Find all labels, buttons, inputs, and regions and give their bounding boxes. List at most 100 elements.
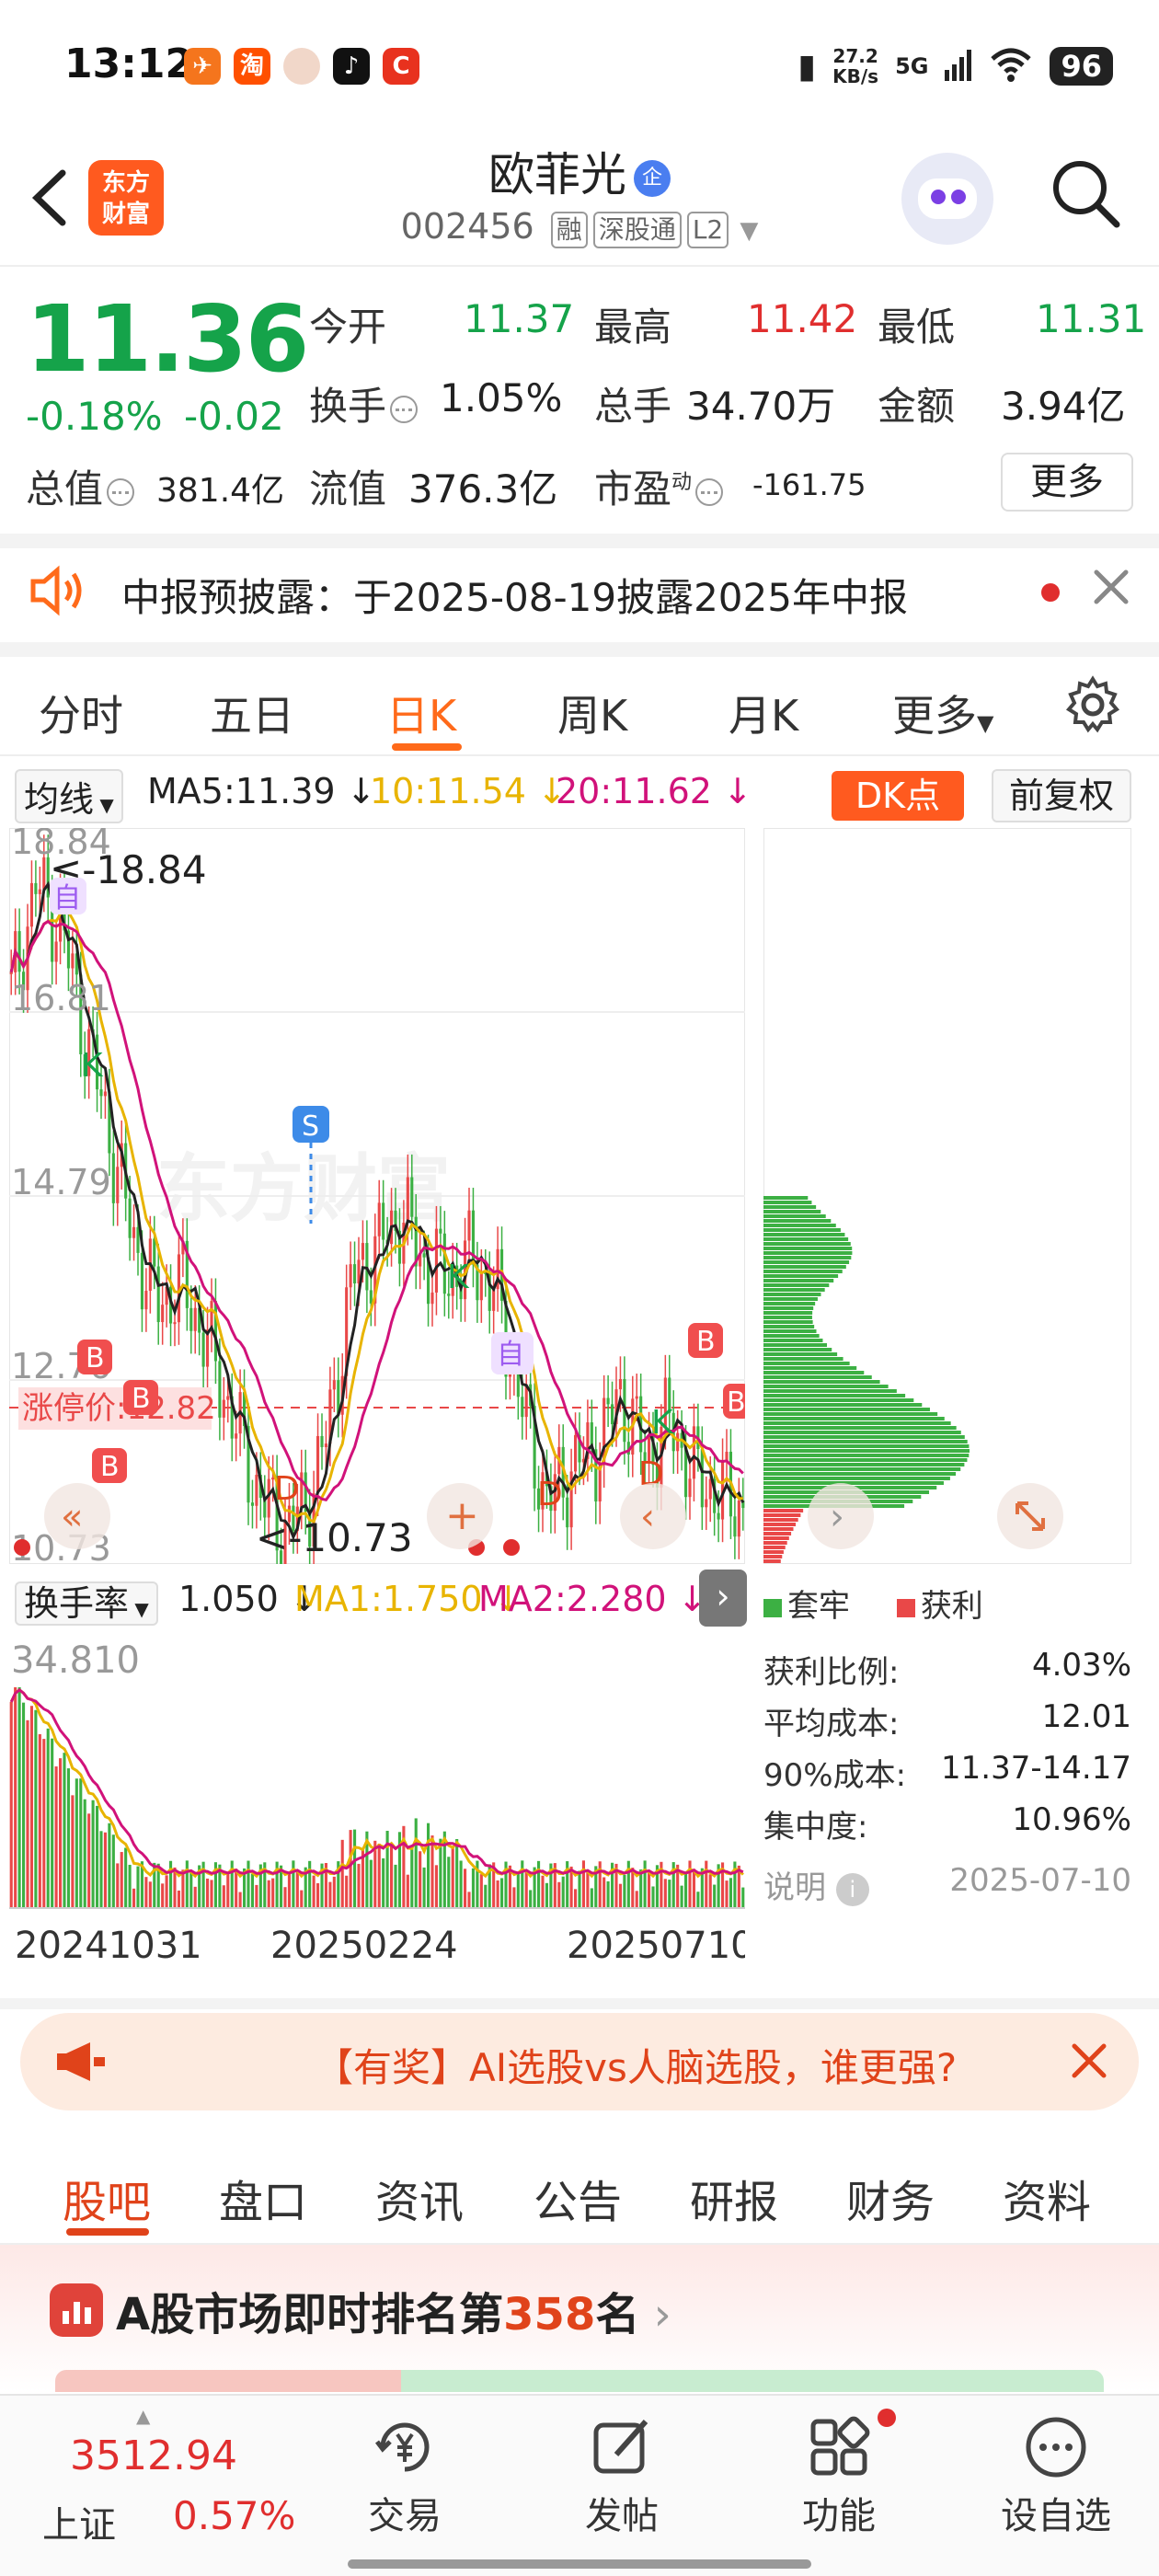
candle-body [566,1497,569,1528]
turnover-bar [618,1883,622,1908]
turnover-chart[interactable]: 34.810 20241031 20250224 20250710 [9,1632,745,1993]
x-label-end: 20250710 [567,1925,745,1967]
high-value: 11.42 [747,296,858,341]
chip-bar [763,1233,845,1236]
market-rank-banner[interactable]: A股市场即时排名第358名 › [0,2245,1159,2392]
turnover-bar [741,1887,745,1908]
close-notice-icon[interactable] [1091,567,1131,611]
open-value: 11.37 [464,296,575,341]
kline-chart[interactable]: 东方财富 18.84 16.81 14.79 12.76 10.73 ≤-18.… [9,828,745,1564]
candle-body [29,882,33,927]
turnover-selector[interactable]: 换手率 ▼ [15,1575,158,1627]
signal-b-marker: B [123,1380,158,1415]
turnover-bar [222,1885,225,1908]
turnover-bar [663,1879,667,1908]
pe-label: 市盈动 [594,458,727,514]
tab-monthly-k[interactable]: 月K [729,683,798,743]
dk-point-button[interactable]: DK点 [832,771,964,821]
indicator-selector[interactable]: 均线 ▼ [15,769,123,823]
info-eye-icon[interactable] [107,477,135,506]
turnover-bar [369,1859,373,1908]
candle-body [9,972,13,974]
expand-panel-button[interactable]: › [699,1570,747,1627]
turnover-bar [459,1860,463,1908]
chip-bar [763,1283,830,1287]
turnover-y-max: 34.810 [11,1639,140,1682]
chip-explain-row[interactable]: 说明 i 2025-07-10 [763,1862,1131,1907]
chip-bar [763,1555,783,1558]
turnover-bar [512,1887,516,1908]
tab-five-day[interactable]: 五日 [210,683,294,743]
tab-announcements[interactable]: 公告 [534,2166,622,2230]
low-label: 最低 [878,305,956,350]
unread-dot [1041,583,1060,602]
chip-bar [763,1320,813,1324]
turnover-bar [581,1860,585,1908]
candle-body [226,1396,230,1400]
assistant-robot-icon[interactable] [901,153,993,245]
chip-stat-row: 获利比例: 4.03% [763,1647,1131,1691]
adjust-forward-button[interactable]: 前复权 [992,769,1131,822]
chip-stat-row: 集中度: 10.96% [763,1801,1131,1846]
tab-daily-k[interactable]: 日K [386,683,456,743]
turnover-bar [410,1845,414,1908]
tab-more[interactable]: 更多▼ [892,683,993,743]
limit-price-label: 涨停价:12.82 [22,1390,216,1427]
turnover-bar [447,1857,451,1908]
chip-bar [763,1224,836,1227]
candle-body [156,1266,160,1323]
turnover-bar [648,1872,651,1908]
nav-add-watchlist[interactable]: 设自选 [973,2414,1139,2539]
info-eye-icon[interactable] [695,477,724,506]
chip-distribution-chart[interactable]: › [763,828,1131,1564]
candle-body [737,1501,740,1537]
nav-functions[interactable]: 功能 [756,2414,922,2539]
tab-guba[interactable]: 股吧 [63,2166,151,2230]
candle-body [688,1478,692,1498]
notice-bar[interactable]: 中报预披露：于2025-08-19披露2025年中报 [0,539,1159,642]
candle-body [434,1228,438,1293]
search-icon[interactable] [1049,156,1122,230]
info-icon: i [835,1872,869,1906]
candle-body [369,1290,373,1304]
index-value[interactable]: 3512.94 [70,2432,237,2479]
turnover-bar [124,1847,128,1908]
tab-intraday[interactable]: 分时 [39,683,123,743]
tab-finance[interactable]: 财务 [846,2166,935,2230]
tab-profile[interactable]: 资料 [1003,2166,1091,2230]
turnover-bar [439,1838,442,1908]
ad-banner[interactable]: 【有奖】AI选股vs人脑选股，谁更强? [20,2013,1139,2110]
more-quote-button[interactable]: 更多 [1001,453,1133,512]
nav-trade[interactable]: 交易 [322,2414,488,2539]
turnover-bar [529,1890,533,1908]
tab-pankou[interactable]: 盘口 [219,2166,307,2230]
stock-name-text: 欧菲光 [488,148,626,201]
turnover-bar [59,1758,63,1908]
nav-post[interactable]: 发帖 [539,2414,705,2539]
settings-gear-icon[interactable] [1063,675,1122,738]
ma-row: 均线 ▼ MA5:11.39 ↓ 10:11.54 ↓ 20:11.62 ↓ [0,769,1159,824]
rank-progress [55,2370,1104,2392]
chip-bar [763,1306,814,1310]
x-label-start: 20241031 [15,1925,202,1967]
info-eye-icon[interactable] [390,395,419,423]
turnover-bar [29,1706,33,1908]
candle-body [189,1307,193,1331]
turnover-bar [729,1878,732,1908]
stock-code: 002456 [400,206,534,247]
signal-self-marker: 自 [491,1332,534,1374]
candle-body [430,1292,434,1305]
speaker-icon [28,563,86,622]
index-pct[interactable]: 0.57% [173,2493,295,2538]
close-ad-icon[interactable] [1069,2041,1109,2085]
turnover-bar [635,1891,638,1908]
svg-text:自: 自 [497,1339,524,1371]
candle-body [255,1475,258,1506]
tab-research[interactable]: 研报 [690,2166,778,2230]
tab-news[interactable]: 资讯 [375,2166,464,2230]
turnover-bar [340,1839,344,1908]
index-name[interactable]: 上证 [42,2495,116,2548]
chip-bar [763,1251,853,1255]
tab-weekly-k[interactable]: 周K [557,683,627,743]
signal-self-marker: 自 [50,878,86,914]
